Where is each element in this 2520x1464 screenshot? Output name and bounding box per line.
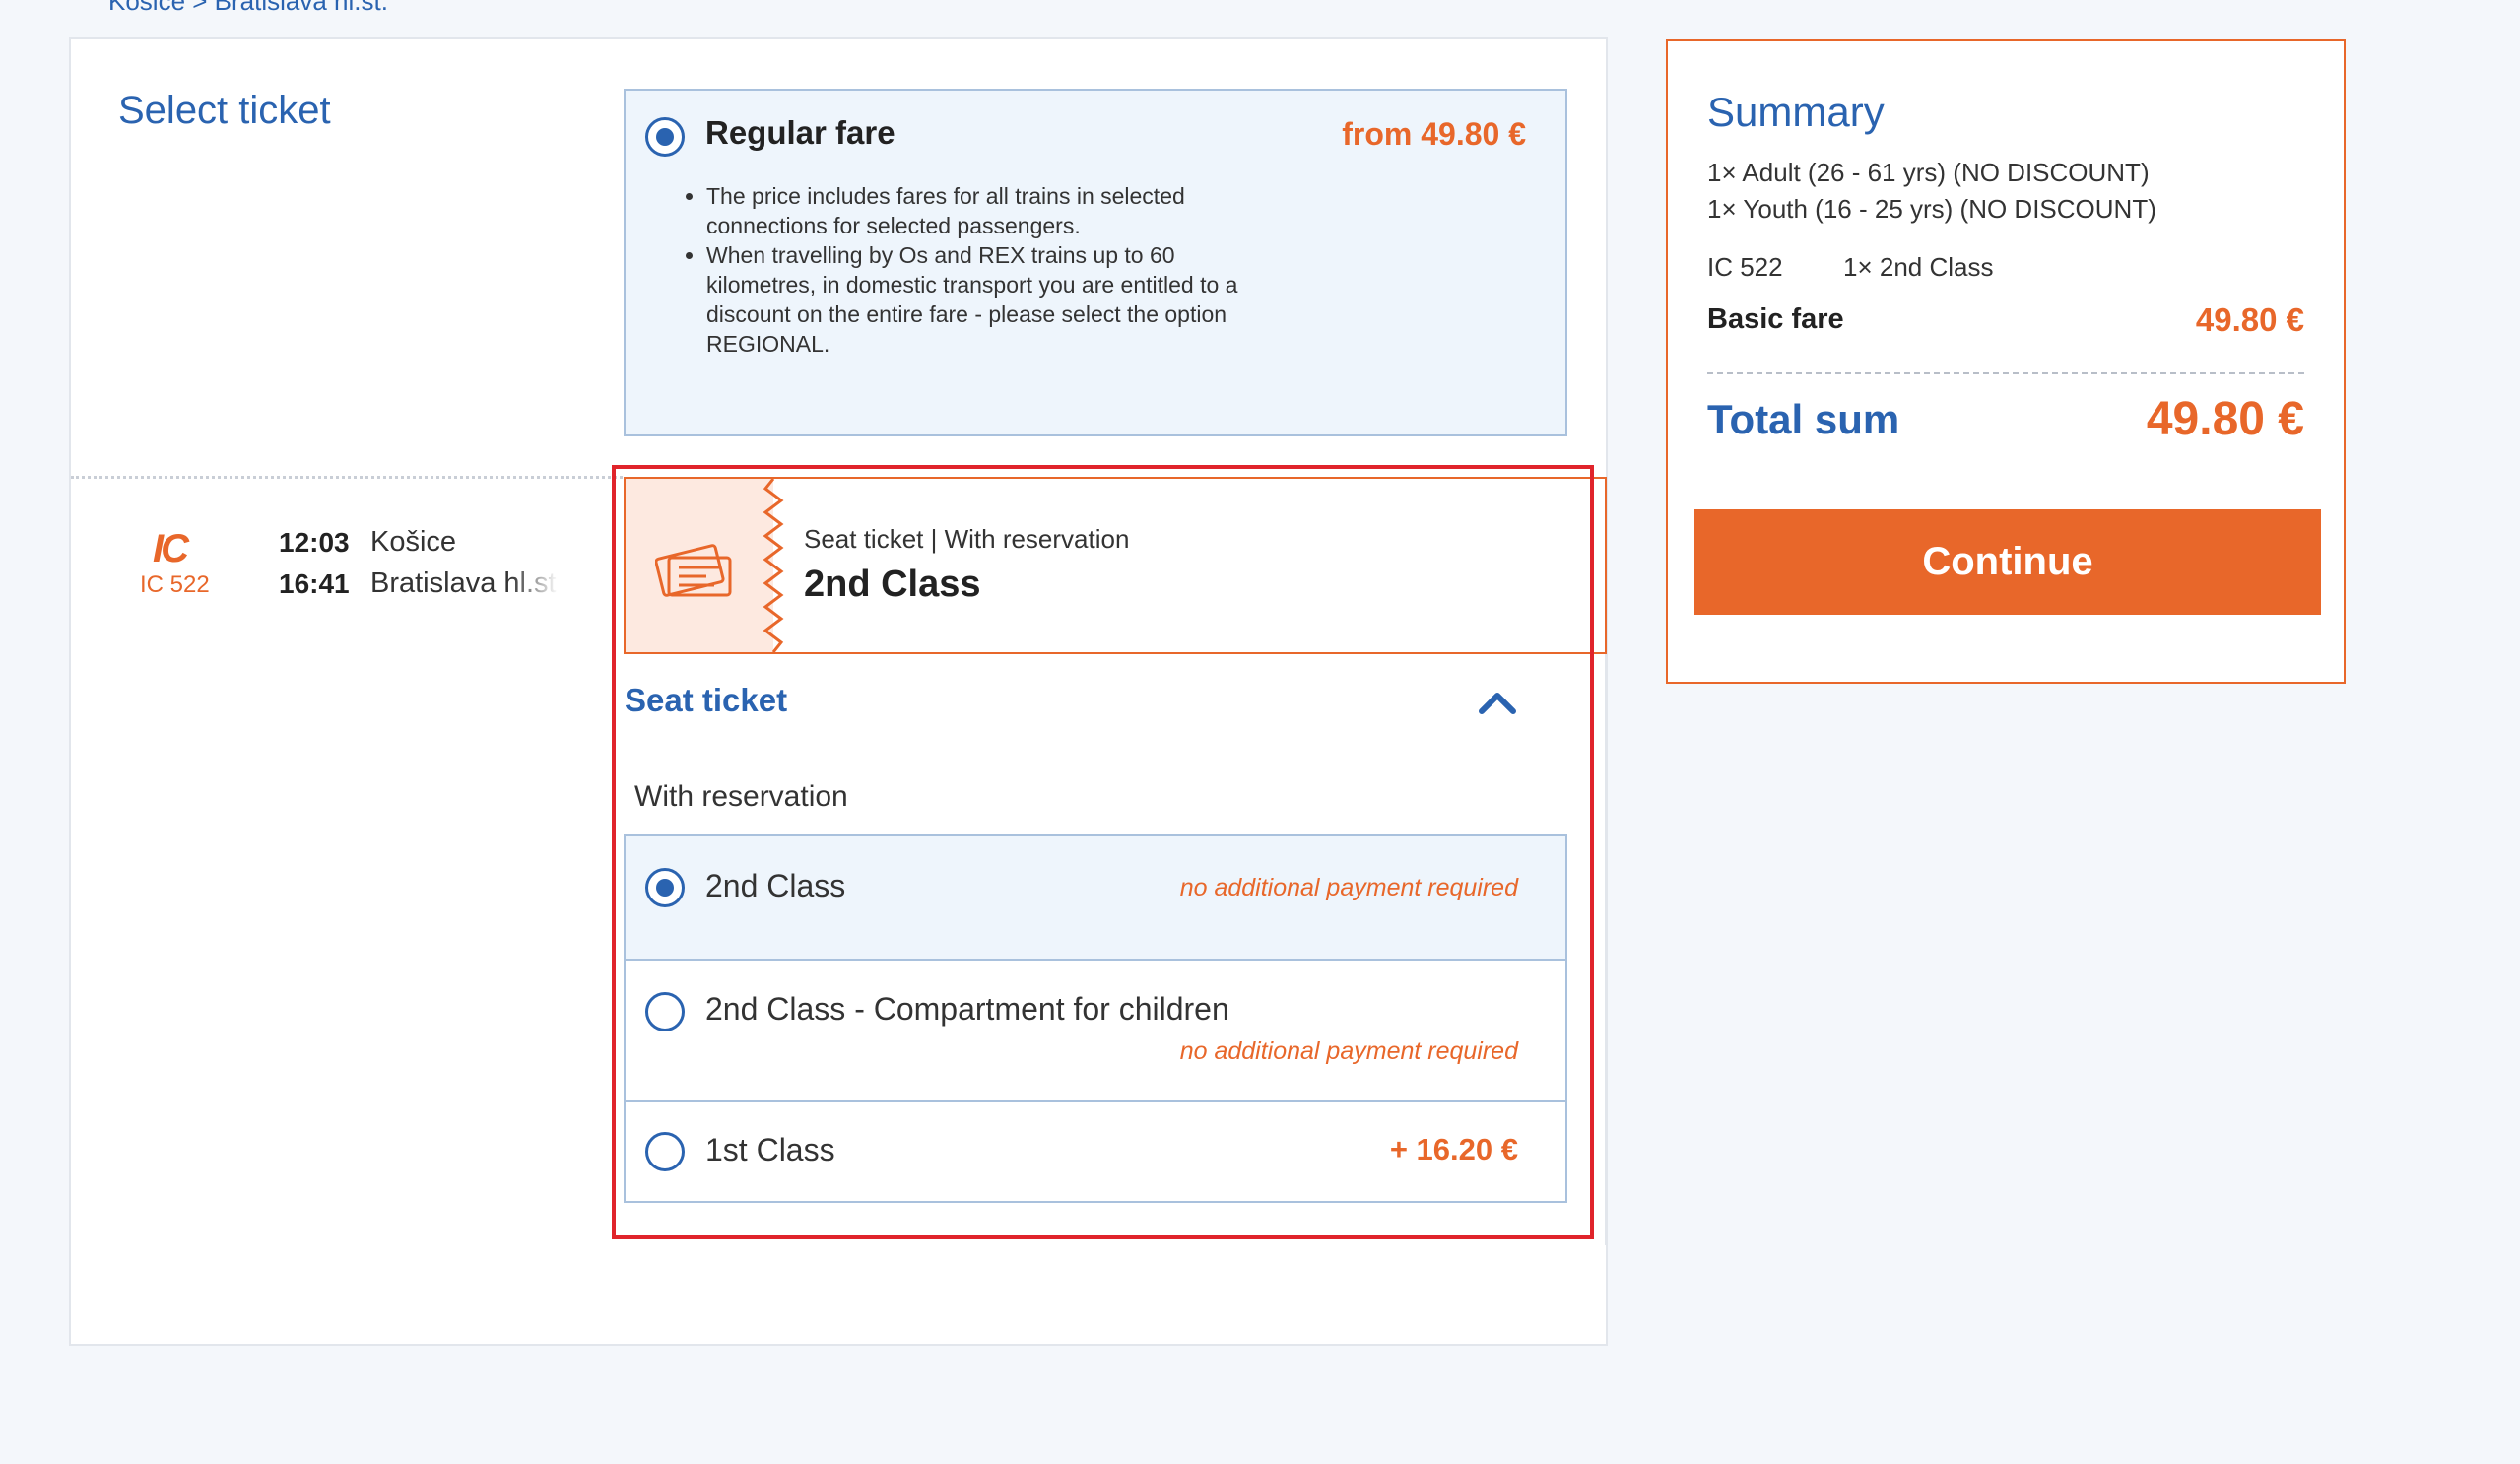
- basic-fare-label: Basic fare: [1707, 303, 1844, 335]
- seat-ticket-toggle[interactable]: Seat ticket: [625, 682, 787, 719]
- option-price: + 16.20 €: [1389, 1132, 1518, 1166]
- fare-note: The price includes fares for all trains …: [706, 181, 1288, 240]
- option-radio[interactable]: [645, 868, 685, 907]
- summary-class: 1× 2nd Class: [1843, 252, 1994, 282]
- fare-note: When travelling by Os and REX trains up …: [706, 240, 1288, 359]
- fare-notes: The price includes fares for all trains …: [677, 181, 1288, 359]
- with-reservation-label: With reservation: [634, 780, 848, 813]
- total-label: Total sum: [1707, 396, 1900, 442]
- class-options: 2nd Class no additional payment required…: [624, 834, 1567, 1203]
- option-label: 1st Class: [705, 1132, 835, 1167]
- fare-price: from 49.80 €: [1342, 116, 1526, 152]
- train-number: IC 522: [140, 571, 210, 598]
- ticket-icon-area: [626, 479, 773, 652]
- option-1st-class[interactable]: 1st Class + 16.20 €: [626, 1102, 1565, 1201]
- breadcrumb[interactable]: Košice > Bratislava hl.st.: [108, 0, 388, 17]
- ticket-subtitle: Seat ticket | With reservation: [804, 524, 1130, 554]
- ic-logo: IC: [153, 527, 189, 570]
- summary-title: Summary: [1707, 89, 1885, 135]
- continue-button[interactable]: Continue: [1694, 509, 2321, 615]
- ticket-header[interactable]: Seat ticket | With reservation 2nd Class: [624, 477, 1607, 654]
- option-note: no additional payment required: [1179, 874, 1518, 901]
- option-label: 2nd Class: [705, 868, 846, 903]
- option-radio[interactable]: [645, 1132, 685, 1171]
- total-value: 49.80 €: [2146, 393, 2304, 445]
- select-ticket-title: Select ticket: [118, 89, 331, 132]
- fare-name: Regular fare: [705, 114, 895, 151]
- arrival-time: 16:41: [279, 568, 350, 599]
- passenger-line: 1× Youth (16 - 25 yrs) (NO DISCOUNT): [1707, 194, 2156, 224]
- regular-fare-option[interactable]: Regular fare from 49.80 € The price incl…: [624, 89, 1567, 436]
- summary-divider: [1707, 372, 2304, 374]
- arrival-station: Bratislava hl.st.: [370, 567, 558, 599]
- ticket-class: 2nd Class: [804, 564, 981, 605]
- departure-time: 12:03: [279, 527, 350, 558]
- section-divider: [71, 476, 623, 479]
- ticket-icon: [655, 544, 732, 597]
- option-note: no additional payment required: [1179, 1037, 1518, 1065]
- summary-card: Summary 1× Adult (26 - 61 yrs) (NO DISCO…: [1666, 39, 2346, 684]
- departure-station: Košice: [370, 526, 457, 558]
- passenger-line: 1× Adult (26 - 61 yrs) (NO DISCOUNT): [1707, 158, 2150, 187]
- option-radio[interactable]: [645, 992, 685, 1031]
- regular-fare-radio[interactable]: [645, 117, 685, 157]
- ticket-perforation: [763, 479, 784, 652]
- summary-train: IC 522: [1707, 252, 1783, 282]
- option-label: 2nd Class - Compartment for children: [705, 991, 1229, 1027]
- option-2nd-class-children[interactable]: 2nd Class - Compartment for children no …: [626, 961, 1565, 1102]
- option-2nd-class[interactable]: 2nd Class no additional payment required: [626, 836, 1565, 961]
- chevron-up-icon[interactable]: [1478, 690, 1517, 715]
- basic-fare-value: 49.80 €: [2195, 301, 2304, 338]
